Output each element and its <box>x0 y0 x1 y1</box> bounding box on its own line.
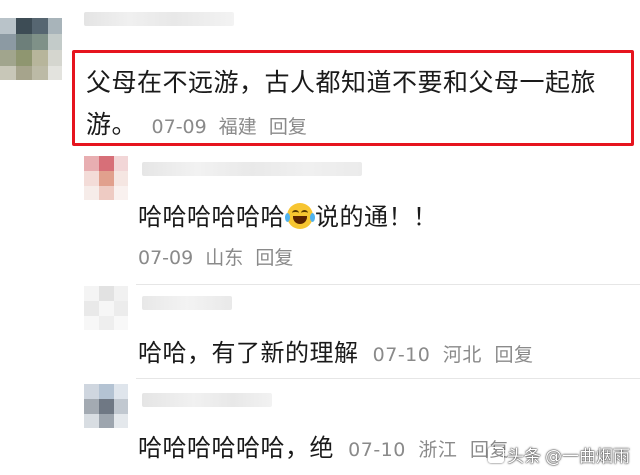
comment-location: 浙江 <box>418 439 458 461</box>
toutiao-logo-icon <box>488 446 504 463</box>
reply-text: 哈哈哈哈哈哈 说的通！！ <box>138 203 438 231</box>
commenter-name[interactable] <box>84 12 234 26</box>
laugh-cry-emoji-icon <box>285 203 315 229</box>
replier-name[interactable] <box>142 393 272 407</box>
divider <box>136 284 640 285</box>
comment-date: 07-10 <box>372 344 431 366</box>
avatar[interactable] <box>84 286 128 330</box>
comment-date: 07-10 <box>348 439 406 461</box>
comment-location: 山东 <box>205 247 244 269</box>
reply-meta: 07-10 河北 回复 <box>373 344 540 366</box>
avatar[interactable] <box>0 18 62 80</box>
watermark-brand: 头条 <box>507 447 541 467</box>
reply-meta: 07-09 山东 回复 <box>138 243 299 270</box>
replier-name[interactable] <box>142 296 232 310</box>
comment-date: 07-09 <box>151 116 207 138</box>
comment-location: 河北 <box>442 344 482 366</box>
reply-button[interactable]: 回复 <box>255 247 293 269</box>
main-comment-meta: 07-09 福建 回复 <box>145 116 312 138</box>
watermark-author: @一曲烟雨 <box>545 447 630 467</box>
reply-text: 哈哈，有了新的理解 07-10 河北 回复 <box>138 333 539 368</box>
main-comment: 父母在不远游，古人都知道不要和父母一起旅游。 07-09 福建 回复 <box>86 62 626 148</box>
reply-button[interactable]: 回复 <box>269 116 307 138</box>
reply-text: 哈哈哈哈哈哈，绝 07-10 浙江 回复 <box>138 428 515 463</box>
divider <box>136 378 640 379</box>
avatar[interactable] <box>84 384 128 428</box>
reply-button[interactable]: 回复 <box>494 344 533 366</box>
comment-location: 福建 <box>218 116 257 138</box>
comment-date: 07-09 <box>138 247 194 269</box>
replier-name[interactable] <box>142 162 362 176</box>
watermark: 头条 @一曲烟雨 <box>488 442 630 467</box>
avatar[interactable] <box>84 156 128 200</box>
